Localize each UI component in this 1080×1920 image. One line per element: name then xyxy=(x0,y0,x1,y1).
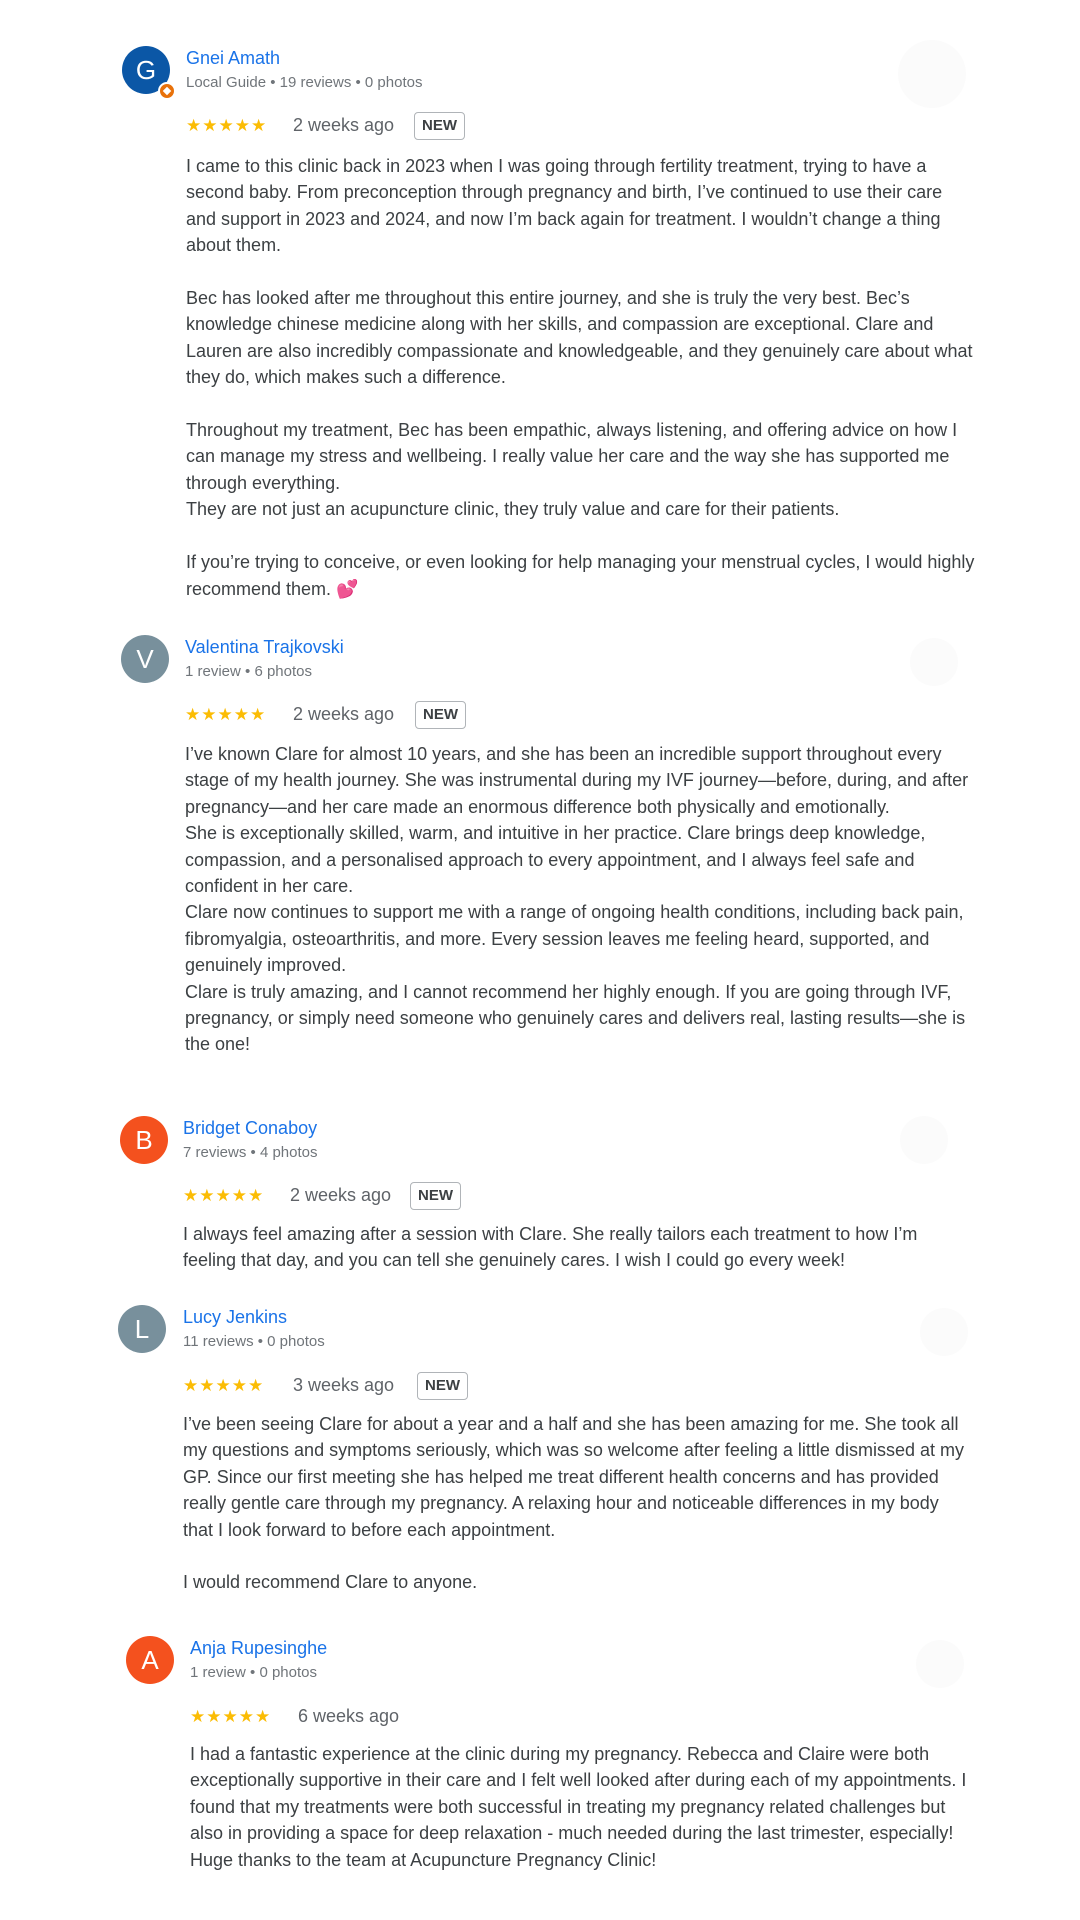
review-text: I always feel amazing after a session wi… xyxy=(183,1224,918,1271)
avatar[interactable]: B xyxy=(120,1116,168,1164)
star-rating: ★★★★★ xyxy=(183,1376,265,1395)
review-date: 6 weeks ago xyxy=(298,1706,400,1726)
reviewer-name[interactable]: Lucy Jenkins xyxy=(183,1307,287,1328)
star-rating: ★★★★★ xyxy=(185,705,267,724)
reviewer-name[interactable]: Valentina Trajkovski xyxy=(185,637,344,658)
new-badge: NEW xyxy=(414,112,465,140)
avatar[interactable]: A xyxy=(126,1636,174,1684)
avatar-initial: G xyxy=(135,55,157,85)
review-date: 3 weeks ago xyxy=(293,1375,395,1395)
reviewer-meta[interactable]: 1 review • 6 photos xyxy=(185,663,312,680)
reviewer-meta[interactable]: Local Guide • 19 reviews • 0 photos xyxy=(186,74,422,91)
review-text: I’ve been seeing Clare for about a year … xyxy=(183,1414,964,1593)
more-options-button[interactable] xyxy=(898,40,966,108)
more-options-button[interactable] xyxy=(900,1116,948,1164)
more-options-button[interactable] xyxy=(916,1640,964,1688)
more-options-button[interactable] xyxy=(910,638,958,686)
avatar-initial: A xyxy=(141,1645,159,1675)
reviewer-name[interactable]: Anja Rupesinghe xyxy=(190,1638,327,1659)
star-rating: ★★★★★ xyxy=(183,1186,265,1205)
more-options-button[interactable] xyxy=(920,1308,968,1356)
new-badge: NEW xyxy=(417,1372,468,1400)
star-rating: ★★★★★ xyxy=(186,116,268,135)
reviewer-name[interactable]: Bridget Conaboy xyxy=(183,1118,317,1139)
local-guide-badge-icon xyxy=(158,82,176,100)
reviewer-name[interactable]: Gnei Amath xyxy=(186,48,280,69)
avatar[interactable]: L xyxy=(118,1305,166,1353)
review-text: I came to this clinic back in 2023 when … xyxy=(186,156,975,599)
review-date: 2 weeks ago xyxy=(293,115,395,135)
review-text: I had a fantastic experience at the clin… xyxy=(190,1744,967,1870)
review-date: 2 weeks ago xyxy=(290,1185,392,1205)
reviews-page: G Gnei Amath Local Guide • 19 reviews • … xyxy=(0,0,1080,1920)
review-date: 2 weeks ago xyxy=(293,704,395,724)
review-text: I’ve known Clare for almost 10 years, an… xyxy=(185,744,969,1055)
avatar-initial: B xyxy=(135,1125,153,1155)
new-badge: NEW xyxy=(415,701,466,729)
reviewer-meta[interactable]: 11 reviews • 0 photos xyxy=(183,1333,325,1350)
avatar[interactable]: V xyxy=(121,635,169,683)
avatar[interactable]: G xyxy=(122,46,176,100)
avatar-initial: L xyxy=(134,1314,150,1344)
reviewer-meta[interactable]: 7 reviews • 4 photos xyxy=(183,1144,318,1161)
new-badge: NEW xyxy=(410,1182,461,1210)
reviewer-meta[interactable]: 1 review • 0 photos xyxy=(190,1664,317,1681)
star-rating: ★★★★★ xyxy=(190,1707,272,1726)
avatar-initial: V xyxy=(136,644,154,674)
